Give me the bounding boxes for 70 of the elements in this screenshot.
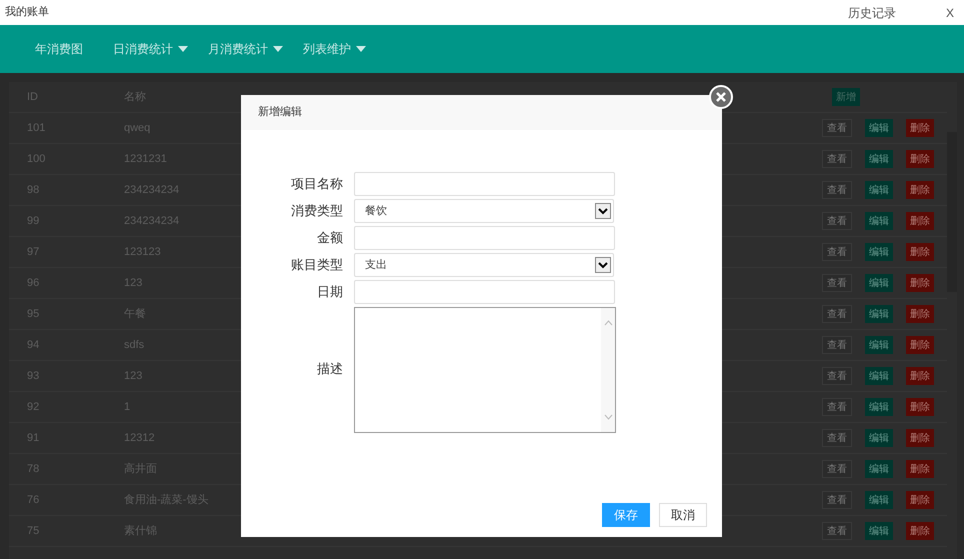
chevron-down-icon — [595, 257, 611, 273]
text-area[interactable] — [354, 307, 616, 433]
chevron-down-icon — [595, 203, 611, 219]
view-button[interactable]: 查看 — [822, 181, 852, 199]
delete-button[interactable]: 删除 — [906, 305, 934, 323]
nav-item[interactable]: 月消费统计 — [208, 40, 283, 58]
edit-button[interactable]: 编辑 — [865, 243, 893, 261]
view-button[interactable]: 查看 — [822, 336, 852, 354]
view-button[interactable]: 查看 — [822, 212, 852, 230]
nav-item[interactable]: 列表维护 — [303, 40, 366, 58]
delete-button[interactable]: 删除 — [906, 336, 934, 354]
input-field[interactable] — [354, 172, 615, 196]
history-link[interactable]: 历史记录 — [848, 4, 896, 22]
edit-button[interactable]: 编辑 — [865, 119, 893, 137]
edit-button[interactable]: 编辑 — [865, 491, 893, 509]
delete-button[interactable]: 删除 — [906, 212, 934, 230]
view-button[interactable]: 查看 — [822, 119, 852, 137]
view-button[interactable]: 查看 — [822, 460, 852, 478]
nav-item[interactable]: 年消费图 — [35, 40, 83, 58]
select-field[interactable]: 支出 — [354, 253, 614, 277]
scrollbar[interactable] — [601, 308, 615, 432]
edit-button[interactable]: 编辑 — [865, 336, 893, 354]
field-label: 日期 — [316, 283, 344, 301]
input-field[interactable] — [354, 280, 615, 304]
edit-button[interactable]: 编辑 — [865, 212, 893, 230]
view-button[interactable]: 查看 — [822, 491, 852, 509]
field-label: 消费类型 — [290, 202, 344, 220]
edit-button[interactable]: 编辑 — [865, 398, 893, 416]
nav-item[interactable]: 日消费统计 — [113, 40, 188, 58]
delete-button[interactable]: 删除 — [906, 181, 934, 199]
delete-button[interactable]: 删除 — [906, 491, 934, 509]
edit-button[interactable]: 编辑 — [865, 274, 893, 292]
delete-button[interactable]: 删除 — [906, 398, 934, 416]
delete-button[interactable]: 删除 — [906, 460, 934, 478]
delete-button[interactable]: 删除 — [906, 274, 934, 292]
view-button[interactable]: 查看 — [822, 398, 852, 416]
edit-button[interactable]: 编辑 — [865, 305, 893, 323]
edit-button[interactable]: 编辑 — [865, 367, 893, 385]
delete-button[interactable]: 删除 — [906, 243, 934, 261]
edit-button[interactable]: 编辑 — [865, 181, 893, 199]
field-label: 描述 — [316, 360, 344, 378]
field-label: 账目类型 — [290, 256, 344, 274]
view-button[interactable]: 查看 — [822, 243, 852, 261]
dialog-title: 新增编辑 — [258, 104, 302, 120]
close-button[interactable]: X — [946, 4, 954, 22]
view-button[interactable]: 查看 — [822, 522, 852, 540]
chevron-up-icon[interactable] — [604, 320, 612, 326]
edit-button[interactable]: 编辑 — [865, 522, 893, 540]
view-button[interactable]: 查看 — [822, 367, 852, 385]
save-button[interactable]: 保存 — [602, 503, 650, 527]
view-button[interactable]: 查看 — [822, 429, 852, 447]
view-button[interactable]: 查看 — [822, 150, 852, 168]
delete-button[interactable]: 删除 — [906, 429, 934, 447]
select-field[interactable]: 餐饮 — [354, 199, 614, 223]
edit-button[interactable]: 编辑 — [865, 150, 893, 168]
add-button[interactable]: 新增 — [832, 88, 860, 106]
view-button[interactable]: 查看 — [822, 274, 852, 292]
delete-button[interactable]: 删除 — [906, 150, 934, 168]
window-title: 我的账单 — [5, 5, 49, 20]
edit-button[interactable]: 编辑 — [865, 460, 893, 478]
delete-button[interactable]: 删除 — [906, 119, 934, 137]
cancel-button[interactable]: 取消 — [659, 503, 707, 527]
delete-button[interactable]: 删除 — [906, 367, 934, 385]
input-field[interactable] — [354, 226, 615, 250]
field-label: 金额 — [316, 229, 344, 247]
view-button[interactable]: 查看 — [822, 305, 852, 323]
edit-button[interactable]: 编辑 — [865, 429, 893, 447]
field-label: 项目名称 — [290, 175, 344, 193]
delete-button[interactable]: 删除 — [906, 522, 934, 540]
chevron-down-icon[interactable] — [604, 414, 612, 420]
